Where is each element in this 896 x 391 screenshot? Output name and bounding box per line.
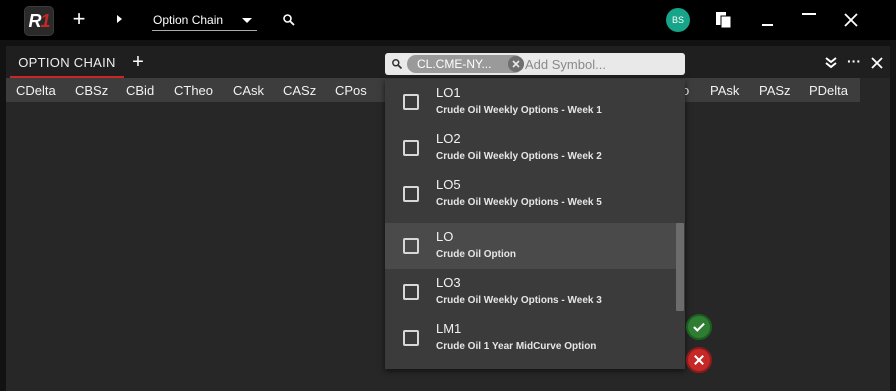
symbol-dropdown: LO1 Crude Oil Weekly Options - Week 1 LO… (385, 79, 685, 369)
more-options-icon[interactable]: ··· (846, 54, 862, 70)
tab-option-chain[interactable]: OPTION CHAIN (10, 46, 124, 78)
add-tab-icon[interactable]: + (130, 52, 146, 72)
checkbox[interactable] (403, 140, 419, 156)
symbol-option[interactable]: LO3 Crude Oil Weekly Options - Week 3 (385, 269, 677, 315)
checkbox[interactable] (403, 238, 419, 254)
option-description: Crude Oil Weekly Options - Week 3 (436, 295, 602, 306)
search-icon[interactable] (282, 13, 296, 27)
column-header[interactable]: CBSz (75, 83, 108, 98)
column-header[interactable]: PASz (759, 83, 791, 98)
checkbox[interactable] (403, 330, 419, 346)
option-code: LO3 (436, 275, 461, 290)
app-top-bar: R1 + Option Chain BS (0, 0, 896, 40)
app-logo-text: R1 (28, 10, 50, 31)
column-header[interactable]: CDelta (16, 83, 56, 98)
symbol-option[interactable]: LO5 Crude Oil Weekly Options - Week 5 (385, 171, 677, 217)
column-header[interactable]: PDelta (809, 83, 848, 98)
option-description: Crude Oil 1 Year MidCurve Option (436, 341, 597, 352)
column-header[interactable]: CPos (335, 83, 367, 98)
option-description: Crude Oil Option (436, 249, 516, 260)
option-description: Crude Oil Weekly Options - Week 1 (436, 105, 602, 116)
column-header[interactable]: PAsk (710, 83, 739, 98)
column-header[interactable]: CAsk (233, 83, 264, 98)
confirm-check-icon[interactable] (686, 314, 712, 340)
close-window-icon[interactable] (844, 13, 858, 27)
play-icon[interactable] (114, 12, 124, 26)
column-header[interactable]: CTheo (174, 83, 213, 98)
user-avatar[interactable]: BS (666, 8, 690, 32)
chevron-down-icon (242, 18, 252, 23)
maximize-button[interactable] (802, 13, 816, 15)
symbol-chip-label: CL.CME-NY... (417, 57, 492, 71)
add-symbol-input[interactable] (525, 55, 675, 73)
double-chevron-down-icon[interactable] (824, 56, 838, 70)
panel-tab-row: OPTION CHAIN + CL.CME-NY... ··· (6, 46, 890, 78)
option-code: LM1 (436, 321, 462, 336)
symbol-option[interactable]: LO2 Crude Oil Weekly Options - Week 2 (385, 125, 677, 171)
layout-select-value: Option Chain (153, 13, 224, 27)
layout-select[interactable]: Option Chain (152, 10, 257, 31)
close-panel-icon[interactable] (871, 57, 883, 69)
option-code: LO2 (436, 131, 461, 146)
remove-chip-icon[interactable] (508, 56, 524, 72)
add-layout-icon[interactable]: + (70, 8, 88, 30)
symbol-option[interactable]: LM1 Crude Oil 1 Year MidCurve Option (385, 315, 677, 361)
checkbox[interactable] (403, 94, 419, 110)
option-code: LO (436, 229, 454, 244)
option-description: Crude Oil Weekly Options - Week 5 (436, 197, 602, 208)
symbol-chip[interactable]: CL.CME-NY... (407, 55, 524, 73)
option-code: LO5 (436, 177, 461, 192)
copy-icon[interactable] (715, 11, 733, 29)
cancel-x-icon[interactable] (686, 347, 712, 373)
symbol-option[interactable]: LO1 Crude Oil Weekly Options - Week 1 (385, 79, 677, 125)
symbol-option-highlighted[interactable]: LO Crude Oil Option (385, 223, 677, 269)
symbol-search-box[interactable]: CL.CME-NY... (385, 53, 685, 75)
column-header[interactable]: CBid (126, 83, 154, 98)
column-header[interactable]: CASz (283, 83, 316, 98)
search-icon (392, 59, 403, 70)
checkbox[interactable] (403, 186, 419, 202)
dropdown-scrollbar[interactable] (676, 223, 684, 311)
option-code: LO1 (436, 85, 461, 100)
checkbox[interactable] (403, 284, 419, 300)
minimize-button[interactable] (762, 24, 773, 26)
option-description: Crude Oil Weekly Options - Week 2 (436, 151, 602, 162)
app-logo[interactable]: R1 (24, 6, 54, 36)
